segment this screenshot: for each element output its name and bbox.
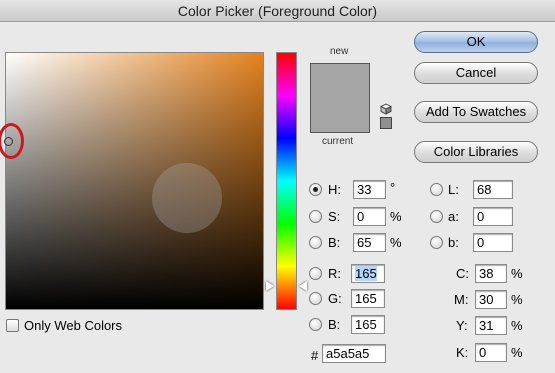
- lightness-input[interactable]: 68: [473, 180, 513, 199]
- saturation-label: S:: [328, 209, 341, 224]
- saturation-brightness-field[interactable]: [0, 52, 264, 310]
- lightness-label: L:: [448, 182, 459, 197]
- new-color-label: new: [330, 46, 349, 57]
- magenta-label: M:: [454, 292, 469, 307]
- current-color-label: current: [322, 136, 354, 147]
- color-selector-circle[interactable]: [4, 137, 13, 146]
- black-label: K:: [456, 345, 469, 360]
- yellow-input[interactable]: 31: [475, 316, 507, 335]
- radio-green[interactable]: [309, 292, 322, 305]
- red-input[interactable]: 165: [351, 264, 385, 283]
- hex-input[interactable]: a5a5a5: [322, 344, 386, 363]
- green-label: G:: [328, 291, 342, 306]
- green-input[interactable]: 165: [351, 289, 385, 308]
- cyan-unit: %: [511, 266, 523, 281]
- cancel-button[interactable]: Cancel: [414, 62, 538, 84]
- hue-slider[interactable]: [276, 52, 297, 310]
- blue-input[interactable]: 165: [351, 315, 385, 334]
- radio-lab-b[interactable]: [430, 236, 443, 249]
- hex-label: #: [311, 348, 319, 363]
- magenta-unit: %: [511, 292, 523, 307]
- radio-hue[interactable]: [309, 183, 322, 196]
- brightness-label: B:: [328, 235, 341, 250]
- lab-b-label: b:: [448, 235, 459, 250]
- yellow-label: Y:: [456, 318, 468, 333]
- radio-lab-a[interactable]: [430, 210, 443, 223]
- hue-slider-handle-right[interactable]: [299, 281, 307, 291]
- lab-a-input[interactable]: 0: [473, 207, 513, 226]
- ok-button[interactable]: OK: [414, 31, 538, 53]
- brightness-unit: %: [390, 235, 402, 250]
- black-unit: %: [511, 345, 523, 360]
- window-title: Color Picker (Foreground Color): [0, 0, 555, 22]
- color-libraries-button[interactable]: Color Libraries: [414, 141, 538, 163]
- hue-label: H:: [328, 182, 341, 197]
- yellow-unit: %: [511, 318, 523, 333]
- radio-brightness[interactable]: [309, 236, 322, 249]
- radio-lightness[interactable]: [430, 183, 443, 196]
- red-label: R:: [328, 266, 341, 281]
- radio-blue[interactable]: [309, 318, 322, 331]
- color-picker-dialog: Color Picker (Foreground Color) new curr…: [0, 0, 555, 373]
- only-web-colors-checkbox[interactable]: [6, 319, 19, 332]
- out-of-gamut-cube-icon[interactable]: [380, 103, 392, 115]
- blue-label: B:: [328, 317, 341, 332]
- radio-red[interactable]: [309, 267, 322, 280]
- brightness-input[interactable]: 65: [353, 233, 386, 252]
- color-preview-swatch: [310, 63, 370, 133]
- black-input[interactable]: 0: [475, 343, 507, 362]
- saturation-input[interactable]: 0: [353, 207, 386, 226]
- hue-unit: °: [390, 180, 396, 195]
- radio-saturation[interactable]: [309, 210, 322, 223]
- hue-input[interactable]: 33: [353, 180, 386, 199]
- only-web-colors-label: Only Web Colors: [24, 318, 123, 333]
- red-value: 165: [355, 266, 377, 281]
- cyan-label: C:: [456, 266, 469, 281]
- saturation-unit: %: [390, 209, 402, 224]
- add-to-swatches-button[interactable]: Add To Swatches: [414, 101, 538, 123]
- cyan-input[interactable]: 38: [475, 264, 507, 283]
- hue-slider-handle-left[interactable]: [266, 281, 274, 291]
- magenta-input[interactable]: 30: [475, 290, 507, 309]
- field-highlight: [152, 163, 222, 233]
- web-safe-square-icon[interactable]: [380, 117, 392, 129]
- lab-a-label: a:: [448, 209, 459, 224]
- lab-b-input[interactable]: 0: [473, 233, 513, 252]
